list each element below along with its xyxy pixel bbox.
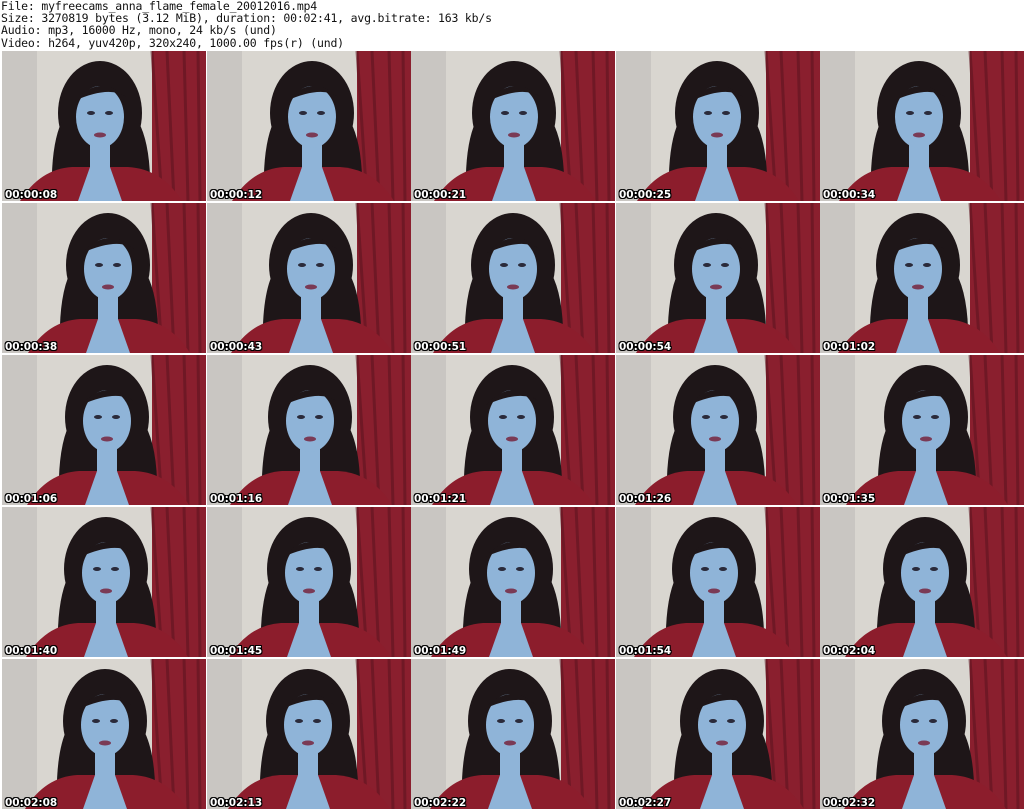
thumbnail-timestamp: 00:02:32 (823, 797, 876, 809)
video-thumbnail: 00:00:12 (207, 51, 411, 201)
thumbnail-timestamp: 00:00:21 (414, 189, 467, 201)
frame-image (411, 659, 615, 809)
thumbnail-timestamp: 00:02:04 (823, 645, 876, 657)
frame-image (411, 507, 615, 657)
video-thumbnail: 00:02:08 (2, 659, 206, 809)
video-thumbnail: 00:01:45 (207, 507, 411, 657)
video-info-line: Video: h264, yuv420p, 320x240, 1000.00 f… (1, 35, 344, 50)
video-thumbnail: 00:01:16 (207, 355, 411, 505)
thumbnail-timestamp: 00:01:26 (619, 493, 672, 505)
frame-image (2, 659, 206, 809)
thumbnail-timestamp: 00:01:54 (619, 645, 672, 657)
frame-image (820, 507, 1024, 657)
video-thumbnail: 00:02:13 (207, 659, 411, 809)
thumbnail-timestamp: 00:00:25 (619, 189, 672, 201)
thumbnail-timestamp: 00:02:27 (619, 797, 672, 809)
thumbnail-timestamp: 00:02:08 (5, 797, 58, 809)
frame-image (2, 51, 206, 201)
video-thumbnail: 00:01:40 (2, 507, 206, 657)
thumbnail-timestamp: 00:01:02 (823, 341, 876, 353)
frame-image (411, 51, 615, 201)
video-thumbnail: 00:00:43 (207, 203, 411, 353)
video-thumbnail: 00:01:02 (820, 203, 1024, 353)
video-thumbnail: 00:02:04 (820, 507, 1024, 657)
thumbnail-timestamp: 00:01:35 (823, 493, 876, 505)
video-thumbnail: 00:00:54 (616, 203, 820, 353)
video-thumbnail: 00:01:49 (411, 507, 615, 657)
video-thumbnail: 00:00:51 (411, 203, 615, 353)
thumbnail-timestamp: 00:02:13 (210, 797, 263, 809)
thumbnail-timestamp: 00:01:40 (5, 645, 58, 657)
frame-image (616, 659, 820, 809)
thumbnail-timestamp: 00:01:45 (210, 645, 263, 657)
audio-info-line: Audio: mp3, 16000 Hz, mono, 24 kb/s (und… (1, 23, 277, 38)
video-thumbnail: 00:02:22 (411, 659, 615, 809)
frame-image (207, 355, 411, 505)
video-thumbnail: 00:01:21 (411, 355, 615, 505)
file-info-header: File: myfreecams_anna_flame_female_20012… (1, 0, 492, 49)
thumbnail-timestamp: 00:00:54 (619, 341, 672, 353)
video-thumbnail: 00:02:32 (820, 659, 1024, 809)
frame-image (207, 659, 411, 809)
video-thumbnail: 00:01:26 (616, 355, 820, 505)
thumbnail-timestamp: 00:00:08 (5, 189, 58, 201)
frame-image (616, 203, 820, 353)
thumbnail-timestamp: 00:01:06 (5, 493, 58, 505)
thumbnail-timestamp: 00:02:22 (414, 797, 467, 809)
frame-image (820, 51, 1024, 201)
thumbnail-timestamp: 00:00:51 (414, 341, 467, 353)
frame-image (2, 203, 206, 353)
video-thumbnail: 00:01:06 (2, 355, 206, 505)
thumbnail-timestamp: 00:00:38 (5, 341, 58, 353)
frame-image (207, 203, 411, 353)
thumbnail-timestamp: 00:01:16 (210, 493, 263, 505)
frame-image (411, 203, 615, 353)
video-thumbnail: 00:01:35 (820, 355, 1024, 505)
video-thumbnail: 00:01:54 (616, 507, 820, 657)
frame-image (820, 659, 1024, 809)
thumbnail-timestamp: 00:00:34 (823, 189, 876, 201)
video-thumbnail: 00:00:25 (616, 51, 820, 201)
frame-image (2, 355, 206, 505)
video-thumbnail: 00:00:21 (411, 51, 615, 201)
frame-image (616, 51, 820, 201)
video-thumbnail: 00:00:38 (2, 203, 206, 353)
thumbnail-timestamp: 00:01:21 (414, 493, 467, 505)
frame-image (616, 355, 820, 505)
thumbnail-timestamp: 00:00:43 (210, 341, 263, 353)
frame-image (2, 507, 206, 657)
video-thumbnail: 00:02:27 (616, 659, 820, 809)
thumbnail-timestamp: 00:01:49 (414, 645, 467, 657)
frame-image (207, 51, 411, 201)
frame-image (820, 355, 1024, 505)
frame-image (411, 355, 615, 505)
video-thumbnail: 00:00:08 (2, 51, 206, 201)
frame-image (616, 507, 820, 657)
frame-image (820, 203, 1024, 353)
thumbnail-timestamp: 00:00:12 (210, 189, 263, 201)
video-thumbnail: 00:00:34 (820, 51, 1024, 201)
frame-image (207, 507, 411, 657)
